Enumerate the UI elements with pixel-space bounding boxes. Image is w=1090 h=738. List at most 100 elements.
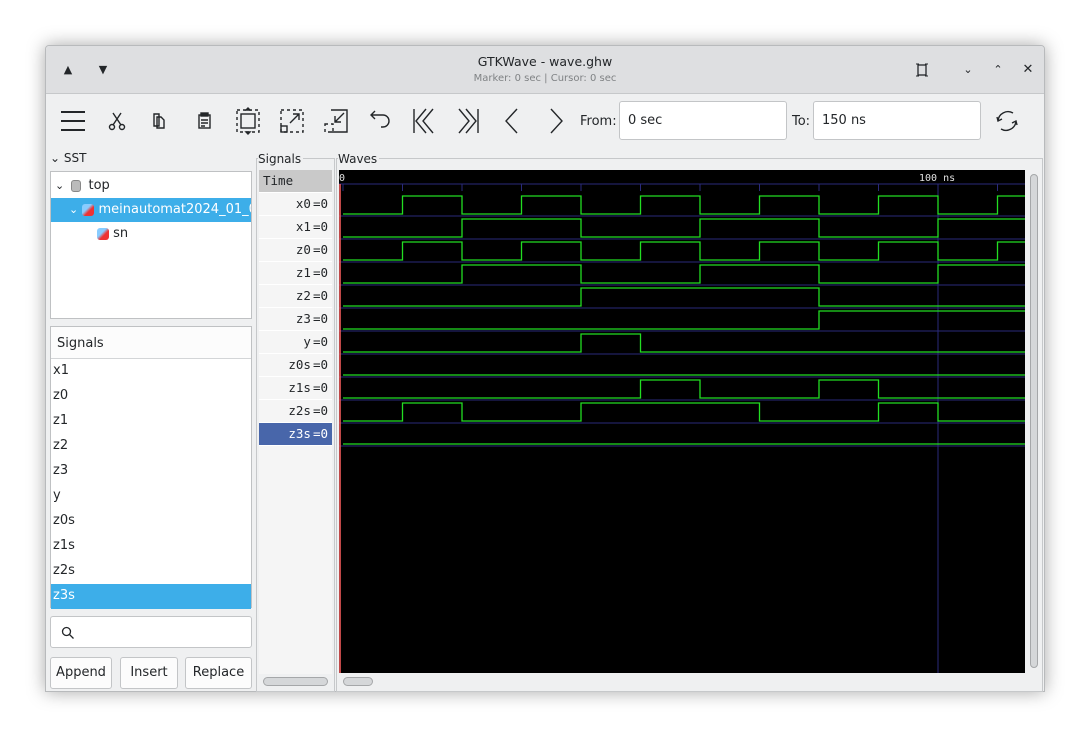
copy-icon xyxy=(153,113,165,129)
to-input[interactable] xyxy=(813,101,981,140)
signals-pane: Time x0 =0 x1 =0 z0 =0 z1 =0 z2 =0 z3 =0 y =0 z0s =0 z1s… xyxy=(259,170,332,674)
zoom-out-icon xyxy=(324,109,348,133)
signal-name: z2s xyxy=(288,403,311,418)
waves-vscrollbar[interactable] xyxy=(1030,174,1038,668)
signal-row[interactable]: z0s =0 xyxy=(259,354,332,377)
signal-row[interactable]: z2s =0 xyxy=(259,400,332,423)
wave-z1s xyxy=(343,379,1025,399)
signal-name: x1 xyxy=(295,219,311,234)
signal-list-item[interactable]: z2 xyxy=(51,434,251,459)
wave-y xyxy=(343,333,1025,353)
wave-z3 xyxy=(343,310,1025,330)
go-first-button[interactable] xyxy=(407,104,441,138)
signal-row[interactable]: x0 =0 xyxy=(259,193,332,216)
copy-button[interactable] xyxy=(142,104,176,138)
waves-canvas[interactable]: 0 100 ns xyxy=(339,170,1025,673)
search-input[interactable] xyxy=(50,616,252,648)
go-last-button[interactable] xyxy=(451,104,485,138)
tree-item-label: meinautomat2024_01_0 xyxy=(98,202,252,217)
signal-list-item[interactable]: z0 xyxy=(51,384,251,409)
signal-list-item[interactable]: z3s xyxy=(51,584,251,609)
window-title: GTKWave - wave.ghw xyxy=(477,54,613,69)
tree-item-label: top xyxy=(88,178,110,193)
chevron-down-icon: ⌄ xyxy=(55,179,65,192)
next-button[interactable] xyxy=(539,104,573,138)
signal-row[interactable]: z1s =0 xyxy=(259,377,332,400)
sst-expander[interactable]: ⌄ SST xyxy=(50,151,86,165)
module-icon xyxy=(97,227,109,240)
cut-button[interactable] xyxy=(100,104,134,138)
signal-list-item[interactable]: z0s xyxy=(51,509,251,534)
prev-icon xyxy=(505,108,518,134)
signal-row[interactable]: z2 =0 xyxy=(259,285,332,308)
signal-name: z0s xyxy=(288,357,311,372)
reload-icon xyxy=(996,110,1018,132)
tree-item-sn[interactable]: sn xyxy=(51,222,251,246)
signal-name: z3 xyxy=(295,311,311,326)
signal-name: z1s xyxy=(288,380,311,395)
tree-item-top[interactable]: ⌄ top xyxy=(51,174,251,198)
signal-row[interactable]: z3s =0 xyxy=(259,423,332,446)
maximize-button[interactable]: ⌃ xyxy=(988,60,1008,80)
zoom-in-button[interactable] xyxy=(275,104,309,138)
sst-tree: ⌄ top ⌄ meinautomat2024_01_0 sn xyxy=(50,171,252,319)
time-row: Time xyxy=(259,170,332,193)
signal-row[interactable]: z0 =0 xyxy=(259,239,332,262)
signal-list-header: Signals xyxy=(51,327,251,359)
signal-list-item[interactable]: z2s xyxy=(51,559,251,584)
signal-row[interactable]: x1 =0 xyxy=(259,216,332,239)
zoom-fit-icon xyxy=(236,107,260,135)
replace-button[interactable]: Replace xyxy=(185,657,252,689)
menu-button[interactable] xyxy=(56,104,90,138)
zoom-in-icon xyxy=(280,109,304,133)
ruler-label: 0 xyxy=(339,173,345,184)
gtkwave-window: ▲ ▼ GTKWave - wave.ghw Marker: 0 sec | C… xyxy=(45,45,1045,692)
tree-item-label: sn xyxy=(113,226,129,241)
signal-list-item[interactable]: z1s xyxy=(51,534,251,559)
wave-z2s xyxy=(343,402,1025,422)
paste-button[interactable] xyxy=(187,104,221,138)
signal-name: x0 xyxy=(295,196,311,211)
signal-list-item[interactable]: y xyxy=(51,484,251,509)
minimize-button[interactable]: ⌄ xyxy=(958,60,978,80)
signal-row[interactable]: y =0 xyxy=(259,331,332,354)
wave-z0 xyxy=(343,241,1025,261)
signal-value: =0 xyxy=(312,242,328,257)
signal-list-item[interactable]: x1 xyxy=(51,359,251,384)
signal-value: =0 xyxy=(312,426,328,441)
signals-hscrollbar[interactable] xyxy=(263,677,328,686)
signal-value: =0 xyxy=(312,380,328,395)
database-icon xyxy=(71,179,82,192)
insert-button[interactable]: Insert xyxy=(120,657,178,689)
close-icon: ✕ xyxy=(1022,62,1034,77)
signal-value: =0 xyxy=(312,357,328,372)
wave-z1 xyxy=(343,264,1025,284)
from-input[interactable] xyxy=(619,101,787,140)
prev-button[interactable] xyxy=(495,104,529,138)
signal-row[interactable]: z3 =0 xyxy=(259,308,332,331)
toolbar: From: To: xyxy=(46,94,1044,150)
zoom-fit-button[interactable] xyxy=(231,104,265,138)
append-button[interactable]: Append xyxy=(50,657,112,689)
waves-pane-label: Waves xyxy=(338,152,380,166)
fullscreen-button[interactable] xyxy=(912,60,932,80)
signal-row[interactable]: z1 =0 xyxy=(259,262,332,285)
reload-button[interactable] xyxy=(990,104,1024,138)
tree-item-meinautomat[interactable]: ⌄ meinautomat2024_01_0 xyxy=(51,198,251,222)
close-button[interactable]: ✕ xyxy=(1018,60,1038,80)
maximize-icon xyxy=(916,63,928,77)
ruler-label: 100 ns xyxy=(919,173,955,184)
first-icon xyxy=(413,108,434,134)
restore-icon: ⌃ xyxy=(993,63,1003,76)
signal-list: Signals x1 z0 z1 z2 z3 y z0s z1s z2s z3s xyxy=(50,326,252,609)
undo-button[interactable] xyxy=(363,104,397,138)
signal-value: =0 xyxy=(312,311,328,326)
wave-z2 xyxy=(343,287,1025,307)
zoom-out-button[interactable] xyxy=(319,104,353,138)
wave-x0 xyxy=(343,195,1025,215)
waves-hscrollbar[interactable] xyxy=(343,677,373,686)
signals-pane-label: Signals xyxy=(258,152,304,166)
signal-list-item[interactable]: z1 xyxy=(51,409,251,434)
signal-value: =0 xyxy=(312,403,328,418)
signal-list-item[interactable]: z3 xyxy=(51,459,251,484)
